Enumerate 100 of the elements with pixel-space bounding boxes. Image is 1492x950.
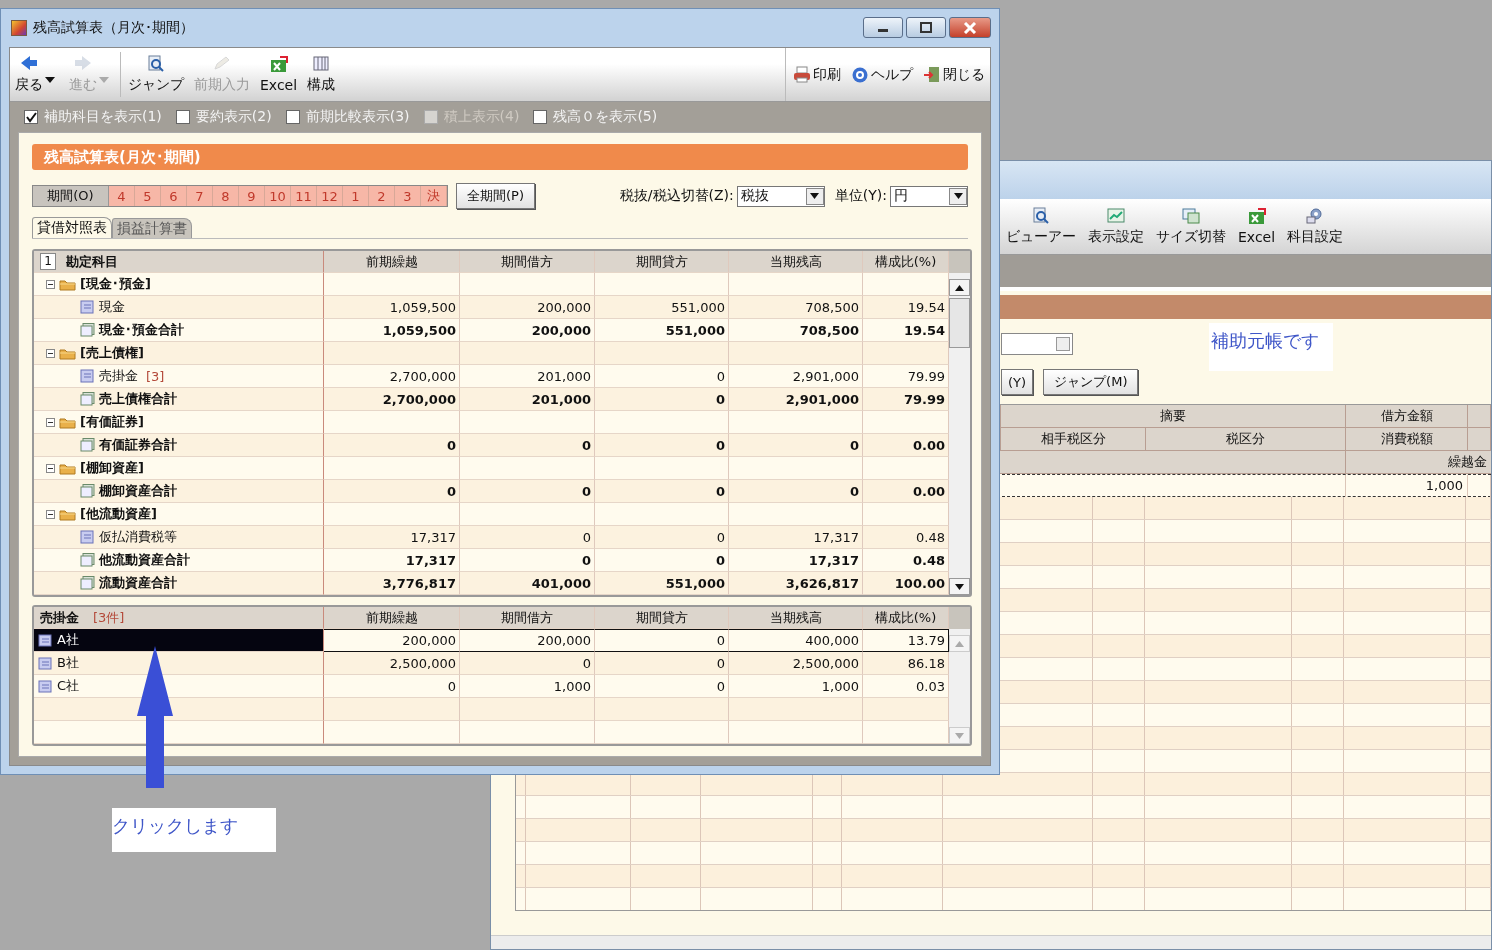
table-row-header[interactable]: B社 [34,652,324,675]
scroll-thumb[interactable] [949,298,970,348]
collapse-icon[interactable] [46,509,55,519]
account-cell[interactable]: [売上債権] [34,342,324,365]
toolbar-button[interactable]: 印刷 [788,48,846,101]
checkbox[interactable] [285,110,300,124]
column-header [1468,428,1491,451]
column-header: 当期残高 [729,607,863,629]
toolbar-button[interactable]: サイズ切替 [1151,207,1231,246]
maximize-button[interactable] [906,17,946,38]
collapse-icon[interactable] [46,463,55,473]
toolbar-button[interactable]: 構成 [302,48,341,101]
column-header: 構成比(%) [863,251,949,273]
table-cell: 2,901,000 [729,388,863,411]
column-header: 期間借方 [460,251,595,273]
table-cell: 0.48 [863,549,949,572]
right-arrow-icon [74,55,92,72]
toolbar-button[interactable]: Excel [255,48,303,101]
tab[interactable]: 貸借対照表 [32,217,112,238]
close-icon [963,21,977,34]
account-group: [他流動資産] [80,505,157,523]
account-name: 現金 [99,298,125,316]
account-cell[interactable]: 現金･預金合計 [34,319,324,342]
ledger-icon [80,530,95,544]
account-cell[interactable]: 現金 [34,296,324,319]
close-button[interactable] [949,17,991,38]
ledger-icon [80,300,95,314]
unit-label: 単位(Y): [834,187,887,205]
account-group: [有価証券] [80,413,144,431]
account-cell[interactable]: 棚卸資産合計 [34,480,324,503]
printer-icon [793,66,811,83]
toolbar-button[interactable]: 閉じる [918,48,990,101]
report-heading: 残高試算表(月次･期間) [32,144,968,170]
table-cell: 0 [460,480,595,503]
checkbox[interactable] [175,110,190,124]
toolbar-button[interactable]: ヘルプ [846,48,918,101]
account-cell[interactable]: 流動資産合計 [34,572,324,595]
table-cell: 0 [595,365,729,388]
account-cell[interactable]: [他流動資産] [34,503,324,526]
table-cell: 708,500 [729,296,863,319]
ledger-icon [38,633,53,647]
toolbar-button[interactable]: ビューアー [1001,207,1081,246]
ledger-icon [80,369,95,383]
table-cell: 0 [729,480,863,503]
table-cell: 551,000 [595,319,729,342]
account-cell[interactable]: [現金･預金] [34,273,324,296]
table-cell: 17,317 [729,549,863,572]
dropdown-field[interactable] [1001,333,1073,355]
dropdown-caret-icon[interactable] [45,76,55,83]
scroll-down-button[interactable] [949,578,970,595]
account-name: 現金･預金合計 [99,321,184,339]
jump-button[interactable]: ジャンプ(M) [1043,369,1139,395]
table-cell: 0 [595,388,729,411]
table-cell: 1,000 [729,675,863,698]
toolbar-button[interactable]: Excel [1233,208,1281,245]
account-cell[interactable]: 他流動資産合計 [34,549,324,572]
collapse-icon[interactable] [46,279,55,289]
tax-dropdown[interactable]: 税抜 [736,185,825,207]
period-button[interactable]: 期間(O) [33,186,109,206]
help-icon [851,66,869,83]
all-periods-button[interactable]: 全期間(P) [456,183,535,209]
account-cell[interactable]: 売上債権合計 [34,388,324,411]
toolbar-button[interactable]: 科目設定 [1282,207,1349,246]
dropdown-caret-icon [1056,337,1070,351]
account-cell[interactable]: [有価証券] [34,411,324,434]
minimize-icon [878,29,888,32]
minimize-button[interactable] [863,17,903,38]
column-header: 期間借方 [460,607,595,629]
row-number: 1 [40,253,56,270]
table-cell: 0.48 [863,526,949,549]
table-cell: 200,000 [460,296,595,319]
account-cell[interactable]: 売掛金 [3] [34,365,324,388]
table-row-header[interactable]: C社 [34,675,324,698]
column-header: 構成比(%) [863,607,949,629]
vertical-scrollbar[interactable] [949,273,970,595]
account-cell[interactable]: 有価証券合計 [34,434,324,457]
account-cell[interactable]: 仮払消費税等 [34,526,324,549]
toolbar-button[interactable]: ジャンプ [123,48,189,101]
checkbox[interactable] [24,110,38,124]
record-count: [3件] [93,608,125,627]
account-cell[interactable]: [棚卸資産] [34,457,324,480]
table-row-header[interactable]: A社 [34,629,324,652]
unit-dropdown[interactable]: 円 [890,185,968,207]
period-button[interactable]: (Y) [1001,369,1034,395]
column-header: 相手税区分 [1001,428,1146,451]
table-cell: 79.99 [863,388,949,411]
caret-icon [955,640,964,647]
column-header: 税区分 [1146,428,1346,451]
scroll-up-button[interactable] [949,279,970,296]
tab[interactable]: 損益計算書 [112,218,192,238]
horizontal-scrollbar[interactable] [491,935,1491,949]
collapse-icon[interactable] [46,348,55,358]
toolbar-button[interactable]: 表示設定 [1083,207,1149,246]
toolbar-button[interactable]: 戻る [10,48,64,101]
checkbox[interactable] [533,110,548,124]
collapse-icon[interactable] [46,417,55,427]
spreadsheet-icon [269,56,288,73]
table-cell: 0 [324,480,460,503]
table-cell: 200,000 [324,629,460,652]
table-cell: 0 [595,675,729,698]
